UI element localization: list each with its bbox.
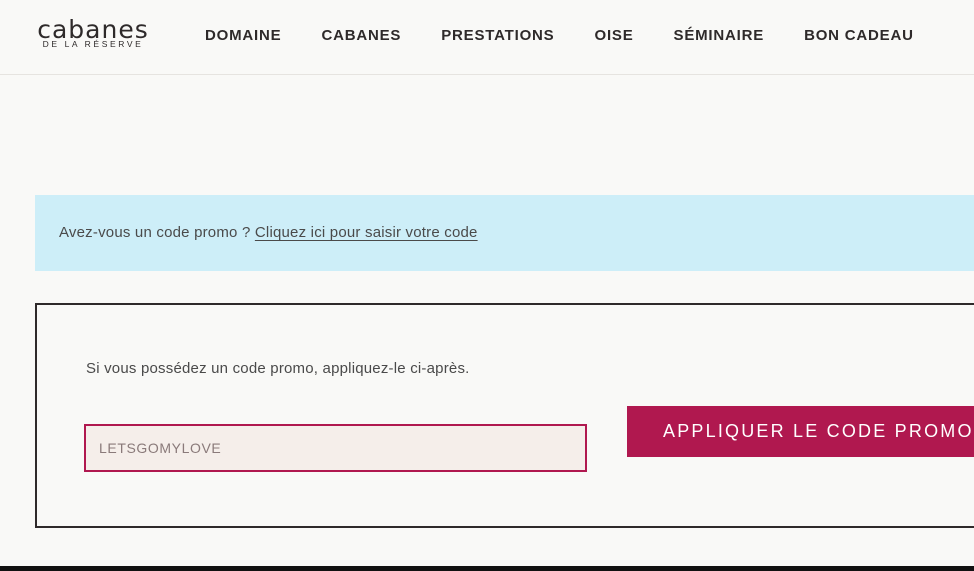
nav-item-prestations[interactable]: PRESTATIONS <box>441 26 554 46</box>
coupon-code-input[interactable] <box>84 424 587 472</box>
promo-banner-text: Avez-vous un code promo ? Cliquez ici po… <box>59 224 478 241</box>
apply-coupon-button[interactable]: APPLIQUER LE CODE PROMO <box>627 406 974 457</box>
brand-logo[interactable]: cabanes DE LA RÉSERVE <box>19 16 167 50</box>
promo-code-banner: Avez-vous un code promo ? Cliquez ici po… <box>35 195 974 271</box>
nav-item-seminaire[interactable]: SÉMINAIRE <box>674 26 765 46</box>
footer-edge <box>0 566 974 571</box>
nav-item-domaine[interactable]: DOMAINE <box>205 26 281 46</box>
nav-item-cabanes[interactable]: CABANES <box>321 26 401 46</box>
nav-item-oise[interactable]: OISE <box>594 26 633 46</box>
main-nav: DOMAINE CABANES PRESTATIONS OISE SÉMINAI… <box>205 26 914 46</box>
coupon-intro-text: Si vous possédez un code promo, applique… <box>86 360 470 377</box>
nav-item-bon-cadeau[interactable]: BON CADEAU <box>804 26 914 46</box>
site-header: cabanes DE LA RÉSERVE DOMAINE CABANES PR… <box>0 0 974 75</box>
brand-tagline: DE LA RÉSERVE <box>42 39 144 49</box>
coupon-form: Si vous possédez un code promo, applique… <box>35 303 974 528</box>
show-coupon-link[interactable]: Cliquez ici pour saisir votre code <box>255 224 478 241</box>
promo-question: Avez-vous un code promo ? <box>59 224 251 241</box>
